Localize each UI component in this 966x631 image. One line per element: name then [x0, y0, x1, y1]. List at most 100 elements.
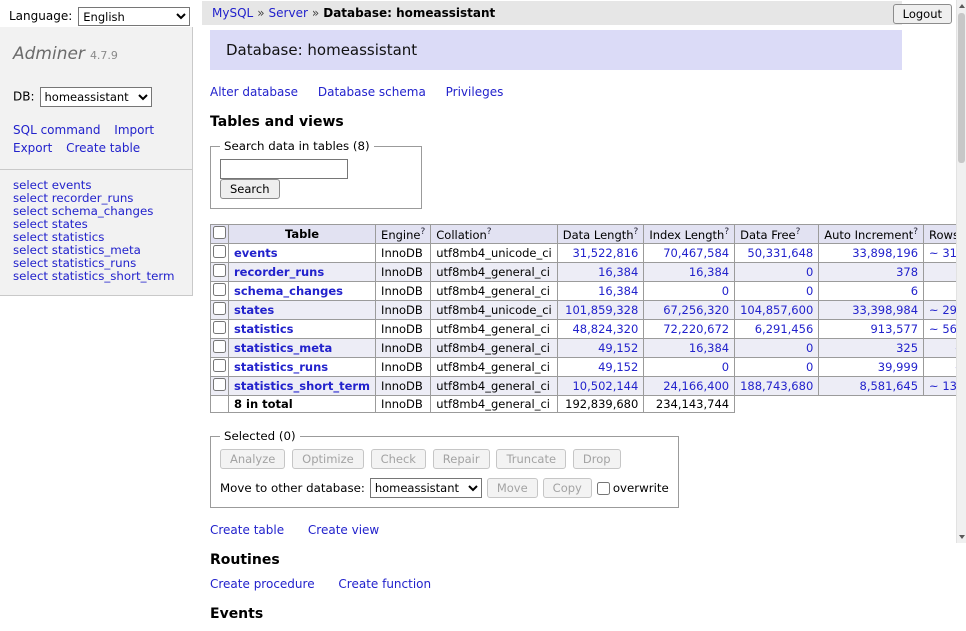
total-index-length: 234,143,744 — [644, 396, 735, 413]
table-name-link[interactable]: statistics_short_term — [234, 379, 370, 393]
index-length-link[interactable]: 67,256,320 — [663, 303, 729, 317]
data-length-link[interactable]: 49,152 — [598, 360, 638, 374]
index-length-link[interactable]: 24,166,400 — [663, 379, 729, 393]
auto-increment-link[interactable]: 6 — [911, 284, 918, 298]
row-select-checkbox[interactable] — [213, 378, 226, 391]
overwrite-checkbox[interactable] — [597, 482, 610, 495]
data-free-link[interactable]: 0 — [806, 284, 813, 298]
sidebar-import-link[interactable]: Import — [114, 121, 154, 139]
table-name-link[interactable]: statistics — [234, 322, 294, 336]
row-select-checkbox[interactable] — [213, 321, 226, 334]
index-length-link[interactable]: 70,467,584 — [663, 246, 729, 260]
truncate-button[interactable]: Truncate — [496, 449, 566, 469]
table-header-row: Table Engine? Collation? Data Length? In… — [211, 225, 966, 244]
overwrite-option: overwrite — [597, 481, 669, 495]
help-link[interactable]: ? — [724, 227, 729, 237]
create-view-link[interactable]: Create view — [308, 523, 379, 537]
logout-button[interactable]: Logout — [893, 4, 952, 24]
row-select-checkbox[interactable] — [213, 359, 226, 372]
auto-increment-link[interactable]: 913,577 — [870, 322, 918, 336]
index-length-link[interactable]: 16,384 — [689, 265, 729, 279]
data-length-link[interactable]: 101,859,328 — [565, 303, 638, 317]
search-input[interactable] — [220, 159, 348, 179]
create-function-link[interactable]: Create function — [338, 577, 431, 591]
row-select-checkbox[interactable] — [213, 245, 226, 258]
sidebar-export-link[interactable]: Export — [13, 139, 52, 157]
auto-increment-link[interactable]: 39,999 — [878, 360, 918, 374]
row-select-checkbox[interactable] — [213, 283, 226, 296]
row-select-checkbox[interactable] — [213, 340, 226, 353]
search-button[interactable]: Search — [220, 179, 280, 199]
alter-database-link[interactable]: Alter database — [210, 85, 298, 99]
data-length-link[interactable]: 16,384 — [598, 284, 638, 298]
sidebar-table-list: select events select recorder_runs selec… — [0, 170, 192, 295]
help-link[interactable]: ? — [634, 227, 639, 237]
collation-cell: utf8mb4_general_ci — [431, 282, 558, 301]
row-select-checkbox[interactable] — [213, 264, 226, 277]
index-length-link[interactable]: 16,384 — [689, 341, 729, 355]
index-length-link[interactable]: 72,220,672 — [663, 322, 729, 336]
select-all-checkbox[interactable] — [213, 226, 226, 239]
auto-increment-link[interactable]: 8,581,645 — [860, 379, 919, 393]
auto-increment-link[interactable]: 325 — [896, 341, 918, 355]
move-row: Move to other database: homeassistant Mo… — [220, 478, 669, 498]
help-link[interactable]: ? — [913, 227, 918, 237]
analyze-button[interactable]: Analyze — [220, 449, 285, 469]
vertical-scrollbar[interactable] — [956, 0, 966, 543]
help-link[interactable]: ? — [487, 227, 492, 237]
repair-button[interactable]: Repair — [433, 449, 490, 469]
data-free-link[interactable]: 188,743,680 — [740, 379, 813, 393]
data-length-link[interactable]: 16,384 — [598, 265, 638, 279]
table-name-link[interactable]: schema_changes — [234, 284, 343, 298]
check-button[interactable]: Check — [371, 449, 426, 469]
data-free-link[interactable]: 6,291,456 — [755, 322, 814, 336]
sidebar-item-select-statistics-short-term[interactable]: select statistics_short_term — [13, 270, 179, 283]
table-name-link[interactable]: statistics_meta — [234, 341, 332, 355]
index-length-link[interactable]: 0 — [722, 360, 729, 374]
create-table-link[interactable]: Create table — [210, 523, 284, 537]
auto-increment-link[interactable]: 33,398,984 — [852, 303, 918, 317]
drop-button[interactable]: Drop — [573, 449, 621, 469]
collation-cell: utf8mb4_general_ci — [431, 358, 558, 377]
language-select[interactable]: English — [78, 7, 190, 26]
table-name-link[interactable]: states — [234, 303, 274, 317]
move-db-select[interactable]: homeassistant — [370, 478, 482, 498]
data-length-link[interactable]: 49,152 — [598, 341, 638, 355]
table-row: statistics_short_term InnoDB utf8mb4_gen… — [211, 377, 966, 396]
optimize-button[interactable]: Optimize — [292, 449, 364, 469]
scroll-down-arrow-icon[interactable] — [957, 531, 966, 543]
breadcrumb-server-link[interactable]: Server — [269, 6, 308, 20]
copy-button[interactable]: Copy — [543, 478, 592, 498]
tables-and-views-heading: Tables and views — [210, 114, 902, 130]
data-free-link[interactable]: 0 — [806, 360, 813, 374]
database-schema-link[interactable]: Database schema — [318, 85, 426, 99]
data-free-link[interactable]: 50,331,648 — [747, 246, 813, 260]
breadcrumb-mysql-link[interactable]: MySQL — [212, 6, 253, 20]
auto-increment-link[interactable]: 33,898,196 — [852, 246, 918, 260]
table-name-link[interactable]: recorder_runs — [234, 265, 324, 279]
sidebar-sql-command-link[interactable]: SQL command — [13, 121, 100, 139]
privileges-link[interactable]: Privileges — [446, 85, 504, 99]
data-free-link[interactable]: 0 — [806, 341, 813, 355]
move-button[interactable]: Move — [487, 478, 538, 498]
sidebar-create-table-link[interactable]: Create table — [66, 139, 140, 157]
index-length-link[interactable]: 0 — [722, 284, 729, 298]
data-free-link[interactable]: 104,857,600 — [740, 303, 813, 317]
help-link[interactable]: ? — [796, 227, 801, 237]
data-length-link[interactable]: 48,824,320 — [572, 322, 638, 336]
data-free-link[interactable]: 0 — [806, 265, 813, 279]
data-length-link[interactable]: 10,502,144 — [572, 379, 638, 393]
auto-increment-link[interactable]: 378 — [896, 265, 918, 279]
help-link[interactable]: ? — [420, 227, 425, 237]
db-select[interactable]: homeassistant — [40, 87, 152, 107]
table-name-link[interactable]: events — [234, 246, 278, 260]
row-select-checkbox[interactable] — [213, 302, 226, 315]
scrollbar-thumb[interactable] — [958, 13, 965, 163]
create-procedure-link[interactable]: Create procedure — [210, 577, 315, 591]
scroll-up-arrow-icon[interactable] — [957, 0, 966, 12]
routines-heading: Routines — [210, 552, 902, 568]
data-length-link[interactable]: 31,522,816 — [572, 246, 638, 260]
database-actions: Alter database Database schema Privilege… — [210, 70, 902, 99]
selected-legend: Selected (0) — [220, 429, 300, 443]
table-name-link[interactable]: statistics_runs — [234, 360, 328, 374]
